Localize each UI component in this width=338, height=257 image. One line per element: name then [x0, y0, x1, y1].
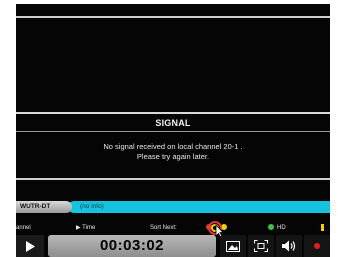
program-info-text: (no info) [80, 203, 104, 210]
fullscreen-icon [254, 240, 268, 252]
program-info-bar[interactable]: (no info) [68, 201, 330, 213]
yellow-marker-icon [321, 223, 324, 231]
signal-panel-divider [16, 131, 330, 132]
signal-panel-top-border [16, 112, 330, 114]
record-icon [314, 243, 320, 249]
legend-hd-label: HD [277, 225, 286, 231]
picture-button[interactable] [220, 235, 246, 257]
play-button[interactable] [16, 235, 44, 257]
timeline-scrubber[interactable]: 00:03:02 [48, 235, 216, 257]
elapsed-time: 00:03:02 [99, 237, 165, 254]
volume-icon [282, 240, 296, 252]
signal-title: SIGNAL [155, 118, 191, 128]
green-dot-icon [268, 224, 274, 231]
fullscreen-button[interactable] [248, 235, 274, 257]
signal-panel-bottom-border [16, 178, 330, 180]
video-screen[interactable]: SIGNAL No signal received on local chann… [16, 4, 330, 257]
legend-sort-next-label: Sort Next: [150, 225, 177, 231]
picture-icon [226, 240, 240, 252]
play-icon [26, 240, 35, 252]
channel-name-tab[interactable]: WUTR-DT [16, 201, 72, 213]
signal-message-line1: No signal received on local channel 20-1… [103, 142, 243, 151]
legend-channel-label: annel [16, 225, 31, 231]
record-button[interactable] [304, 235, 330, 257]
legend-time-label: ▶ Time [76, 225, 96, 231]
player-controls: 00:03:02 [16, 235, 330, 257]
channel-info-row: (no info) WUTR-DT [16, 201, 330, 213]
signal-message-line2: Please try again later. [136, 152, 210, 161]
top-divider [16, 16, 330, 18]
guide-legend: annel ▶ Time Sort Next: HD [16, 223, 330, 233]
legend-yellow-marker [321, 223, 324, 233]
mouse-cursor-icon [208, 221, 224, 237]
legend-hd-button[interactable]: HD [268, 223, 286, 233]
volume-button[interactable] [276, 235, 302, 257]
